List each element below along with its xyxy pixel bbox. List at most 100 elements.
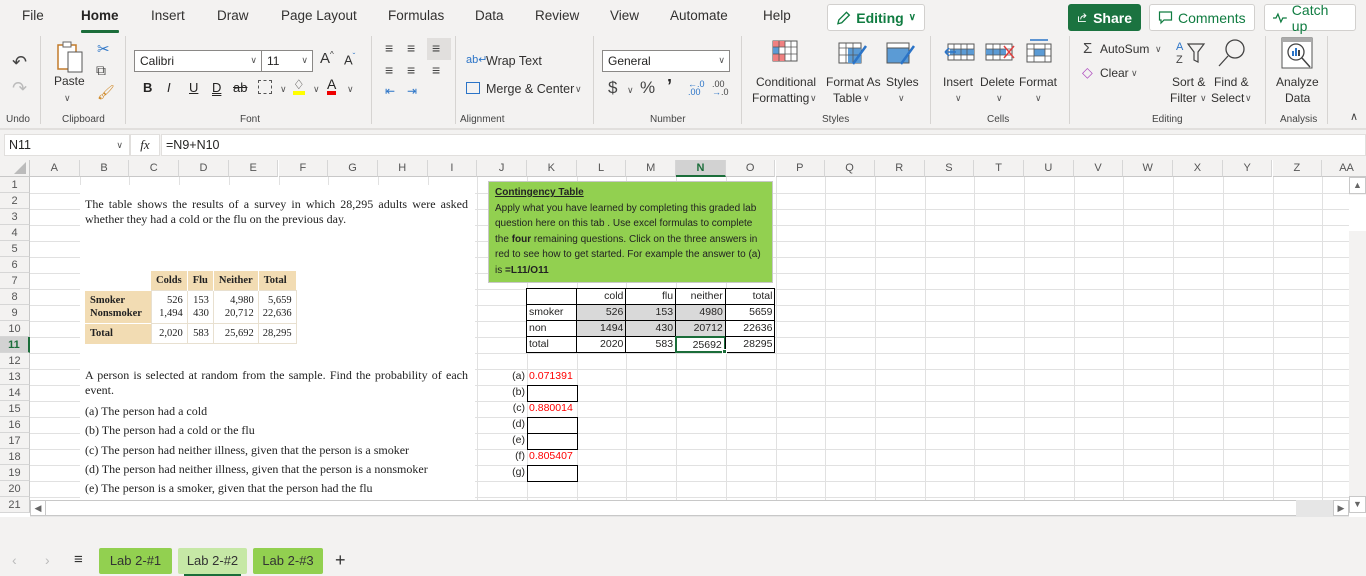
row-header-5[interactable]: 5 — [0, 241, 30, 257]
search-icon[interactable] — [1216, 37, 1248, 72]
row-header-16[interactable]: 16 — [0, 417, 30, 433]
font-name-select[interactable]: Calibri ∨ — [134, 50, 262, 72]
tab-draw[interactable]: Draw — [217, 8, 249, 23]
format-as-table-label-2[interactable]: Table — [833, 90, 862, 106]
column-header-aa[interactable]: AA — [1322, 160, 1366, 177]
contingency-cell[interactable]: 430 — [625, 320, 677, 337]
comma-style-button[interactable]: ’ — [667, 76, 672, 97]
font-size-select[interactable]: 11 ∨ — [261, 50, 313, 72]
row-header-1[interactable]: 1 — [0, 177, 30, 193]
sort-filter-label-2[interactable]: Filter — [1170, 90, 1197, 106]
instructions-note[interactable]: Contingency Table Apply what you have le… — [488, 181, 773, 283]
tab-view[interactable]: View — [610, 8, 639, 23]
contingency-cell[interactable]: 25692 — [675, 336, 726, 353]
contingency-row-label[interactable]: smoker — [526, 304, 577, 321]
column-header-r[interactable]: R — [874, 160, 925, 177]
answer-input-cell[interactable] — [527, 385, 578, 402]
row-header-8[interactable]: 8 — [0, 289, 30, 305]
analyze-data-label-1[interactable]: Analyze — [1276, 74, 1319, 90]
fill-handle[interactable] — [721, 349, 727, 354]
borders-button[interactable] — [258, 80, 272, 94]
merge-dropdown-icon[interactable]: ∨ — [575, 84, 582, 95]
currency-dropdown-icon[interactable]: ∨ — [627, 85, 634, 96]
row-header-10[interactable]: 10 — [0, 321, 30, 337]
prev-sheet-icon[interactable]: ‹ — [12, 552, 17, 568]
decrease-decimal-button[interactable]: .00 →.0 — [712, 80, 729, 97]
problem-image[interactable]: The table shows the results of a survey … — [80, 185, 475, 530]
format-as-table-label-1[interactable]: Format As — [826, 74, 881, 90]
analyze-data-label-2[interactable]: Data — [1285, 90, 1310, 106]
column-header-l[interactable]: L — [576, 160, 627, 177]
contingency-cell[interactable]: 526 — [575, 304, 627, 321]
contingency-cell[interactable]: 5659 — [724, 304, 776, 321]
sheet-tab-lab-2-1[interactable]: Lab 2-#1 — [99, 548, 172, 574]
find-select-label-1[interactable]: Find & — [1214, 74, 1249, 90]
catch-up-button[interactable]: Catch up — [1264, 2, 1356, 34]
column-header-k[interactable]: K — [527, 160, 577, 177]
scroll-right-button[interactable]: ▶ — [1333, 500, 1349, 516]
contingency-cell[interactable]: 153 — [625, 304, 677, 321]
row-header-20[interactable]: 20 — [0, 481, 30, 497]
row-header-4[interactable]: 4 — [0, 225, 30, 241]
find-select-label-2[interactable]: Select — [1211, 90, 1244, 106]
contingency-header[interactable]: total — [724, 288, 776, 305]
insert-cells-label[interactable]: Insert — [943, 74, 973, 90]
row-header-6[interactable]: 6 — [0, 257, 30, 273]
format-as-table-icon[interactable] — [838, 40, 868, 69]
contingency-header[interactable]: flu — [625, 288, 677, 305]
borders-dropdown-icon[interactable]: ∨ — [280, 84, 287, 95]
shrink-font-button[interactable]: Aˇ — [344, 52, 355, 67]
contingency-cell[interactable]: 4980 — [675, 304, 726, 321]
conditional-formatting-label-1[interactable]: Conditional — [756, 74, 816, 90]
column-header-q[interactable]: Q — [825, 160, 875, 177]
currency-button[interactable]: $ — [608, 78, 617, 98]
editing-mode-button[interactable]: Editing ∨ — [827, 4, 925, 31]
column-header-x[interactable]: X — [1173, 160, 1223, 177]
tab-home[interactable]: Home — [81, 8, 119, 33]
scroll-up-button[interactable]: ▲ — [1349, 177, 1366, 194]
align-middle-icon[interactable]: ≡ — [407, 40, 415, 56]
align-center-icon[interactable]: ≡ — [407, 62, 415, 78]
contingency-cell[interactable]: 22636 — [724, 320, 776, 337]
column-header-g[interactable]: G — [328, 160, 378, 177]
conditional-formatting-icon[interactable] — [772, 40, 798, 65]
scroll-down-button[interactable]: ▼ — [1349, 496, 1366, 513]
column-header-b[interactable]: B — [79, 160, 130, 177]
column-header-d[interactable]: D — [179, 160, 229, 177]
cut-icon[interactable]: ✂ — [97, 40, 110, 58]
decrease-indent-icon[interactable]: ⇤ — [385, 84, 395, 98]
analyze-data-icon[interactable] — [1281, 37, 1313, 74]
tab-help[interactable]: Help — [763, 8, 791, 23]
italic-button[interactable]: I — [167, 80, 171, 95]
sort-filter-icon[interactable]: AZ — [1174, 38, 1208, 69]
column-header-p[interactable]: P — [775, 160, 826, 177]
column-header-c[interactable]: C — [129, 160, 180, 177]
row-header-2[interactable]: 2 — [0, 193, 30, 209]
merge-center-button[interactable]: Merge & Center — [486, 81, 574, 97]
column-header-y[interactable]: Y — [1222, 160, 1273, 177]
number-format-select[interactable]: General ∨ — [602, 50, 730, 72]
paste-button[interactable] — [56, 40, 86, 76]
column-header-w[interactable]: W — [1123, 160, 1174, 177]
vertical-scrollbar[interactable]: ▲ ▼ — [1349, 177, 1366, 513]
grow-font-button[interactable]: A^ — [320, 50, 334, 67]
vertical-scroll-thumb[interactable] — [1349, 195, 1366, 231]
row-header-12[interactable]: 12 — [0, 353, 30, 369]
fill-color-icon[interactable]: ♢ — [293, 78, 305, 95]
column-header-h[interactable]: H — [377, 160, 428, 177]
column-header-i[interactable]: I — [427, 160, 478, 177]
tab-review[interactable]: Review — [535, 8, 579, 23]
add-sheet-button[interactable]: + — [335, 550, 346, 571]
delete-cells-label[interactable]: Delete — [980, 74, 1015, 90]
collapse-ribbon-icon[interactable]: ∧ — [1350, 110, 1358, 123]
underline-button[interactable]: U — [189, 80, 198, 95]
delete-cells-icon[interactable] — [984, 40, 1016, 67]
styles-label[interactable]: Styles — [886, 74, 919, 90]
double-underline-button[interactable]: D — [212, 80, 221, 95]
format-cells-icon[interactable] — [1024, 38, 1054, 67]
name-box[interactable]: N11 ∨ — [4, 134, 130, 156]
column-header-f[interactable]: F — [278, 160, 329, 177]
insert-cells-icon[interactable] — [944, 40, 976, 67]
contingency-cell[interactable]: 2020 — [575, 336, 627, 353]
share-button[interactable]: Share — [1068, 4, 1141, 31]
